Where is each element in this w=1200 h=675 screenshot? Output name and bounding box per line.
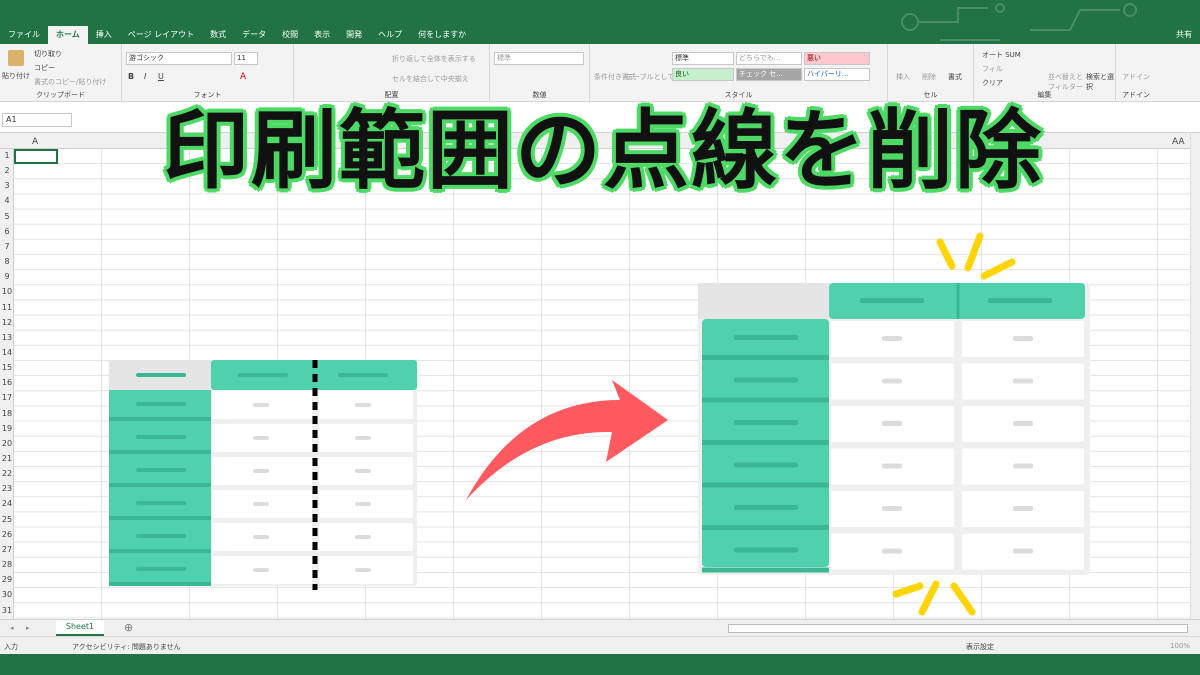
add-sheet-icon[interactable]: ⊕ (124, 621, 133, 634)
sheet-nav-right-icon[interactable]: ▸ (26, 624, 30, 632)
sparkle-icon-bottom (892, 580, 976, 616)
large-table (698, 283, 1090, 575)
status-bar: 入力 アクセシビリティ: 問題ありません 表示設定 100% (0, 636, 1200, 654)
arrow-icon (466, 380, 668, 500)
small-table (109, 360, 417, 590)
horizontal-scrollbar[interactable] (728, 624, 1188, 633)
status-mode: 入力 (4, 643, 18, 651)
sheet-tab-bar: ◂ ▸ Sheet1 ⊕ (0, 619, 1200, 636)
accessibility-status[interactable]: アクセシビリティ: 問題ありません (72, 642, 181, 652)
sheet-nav-left-icon[interactable]: ◂ (10, 624, 14, 632)
display-settings-button[interactable]: 表示設定 (966, 642, 994, 652)
sparkle-icon-top (936, 232, 1016, 280)
headline-title: 印刷範囲の点線を削除 (161, 99, 1043, 203)
zoom-level[interactable]: 100% (1170, 642, 1190, 650)
excel-window: ファイル ホーム 挿入 ページ レイアウト 数式 データ 校閲 表示 開発 ヘル… (0, 0, 1200, 675)
taskbar-strip (0, 654, 1200, 675)
sheet-tab-sheet1[interactable]: Sheet1 (56, 620, 104, 636)
